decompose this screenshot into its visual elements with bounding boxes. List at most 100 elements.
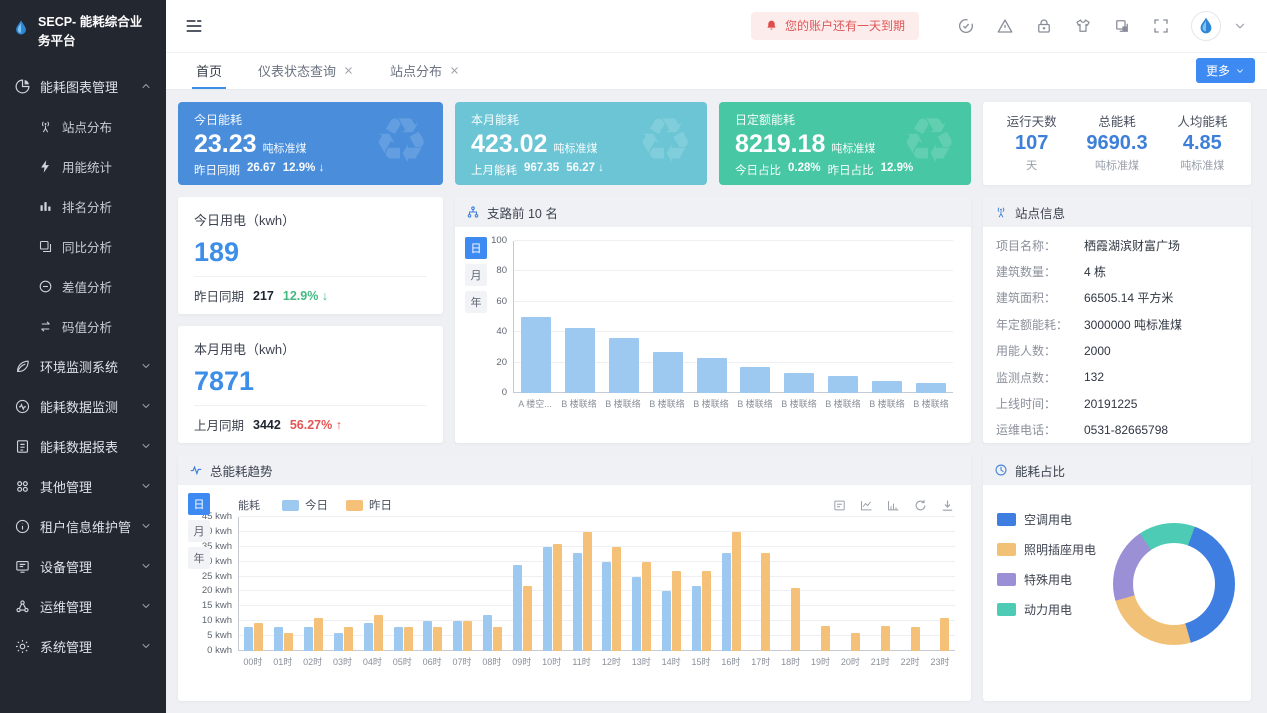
- refresh-icon[interactable]: [913, 498, 928, 513]
- more-button[interactable]: 更多: [1196, 58, 1255, 83]
- sidebar-item-site-distribution[interactable]: 站点分布: [0, 106, 166, 146]
- main-area: 您的账户还有一天到期 首页仪表状态查询站点分布 更多 今日能耗23.23吨标准煤…: [166, 0, 1267, 713]
- sidebar-item-tenant-info-management[interactable]: 租户信息维护管理: [0, 506, 166, 546]
- card-unit: 吨标准煤: [831, 143, 875, 155]
- bar-今日: [334, 633, 343, 651]
- x-tick-label: 15时: [686, 651, 716, 668]
- legend-item-照明插座用电[interactable]: 照明插座用电: [997, 541, 1096, 558]
- card-value: 23.23吨标准煤: [194, 129, 427, 159]
- y-tick-label: 80: [496, 265, 507, 276]
- tab-站点分布[interactable]: 站点分布: [372, 53, 478, 89]
- bar-昨日: [284, 633, 293, 651]
- trend-plot-area[interactable]: 0 kwh5 kwh10 kwh15 kwh20 kwh25 kwh30 kwh…: [238, 517, 955, 651]
- x-tick-label: B 楼联络: [777, 393, 821, 410]
- toggle-月[interactable]: 月: [465, 264, 487, 286]
- legend-item-特殊用电[interactable]: 特殊用电: [997, 571, 1096, 588]
- energy-share-panel: 能耗占比 空调用电照明插座用电特殊用电动力用电: [983, 455, 1251, 701]
- energy-share-donut-chart[interactable]: [1113, 523, 1235, 645]
- fullscreen-icon[interactable]: [1152, 17, 1170, 35]
- y-tick-label: 25 kwh: [202, 571, 232, 582]
- toggle-日[interactable]: 日: [465, 237, 487, 259]
- theme-shirt-icon[interactable]: [1074, 17, 1092, 35]
- bar-group: [558, 328, 602, 393]
- sidebar-item-difference-analysis[interactable]: 差值分析: [0, 266, 166, 306]
- bar-group: [388, 627, 418, 651]
- toggle-月[interactable]: 月: [188, 520, 210, 542]
- sidebar-item-other-management[interactable]: 其他管理: [0, 466, 166, 506]
- summary-label: 运行天数: [989, 111, 1074, 130]
- legend-item-昨日[interactable]: 昨日: [346, 497, 392, 513]
- lock-icon[interactable]: [1035, 17, 1053, 35]
- sidebar-item-label: 用能统计: [62, 157, 152, 176]
- sidebar-item-yoy-analysis[interactable]: 同比分析: [0, 226, 166, 266]
- toggle-年[interactable]: 年: [188, 547, 210, 569]
- top10-plot-area[interactable]: 020406080100: [513, 241, 953, 393]
- code-value-analysis-icon: [38, 319, 53, 334]
- x-tick-label: A 楼空...: [513, 393, 557, 410]
- energy-chart-management-icon: [14, 78, 31, 95]
- tab-仪表状态查询[interactable]: 仪表状态查询: [240, 53, 372, 89]
- download-icon[interactable]: [940, 498, 955, 513]
- bar-group: [716, 532, 746, 651]
- copy-pages-icon[interactable]: [1113, 17, 1131, 35]
- data-view-icon[interactable]: [832, 498, 847, 513]
- panel-title: 支路前 10 名: [487, 203, 558, 222]
- bar-chart-icon[interactable]: [886, 498, 901, 513]
- user-menu-chevron-down-icon[interactable]: [1233, 19, 1247, 33]
- summary-item: 运行天数107天: [989, 111, 1074, 176]
- bar-昨日: [254, 623, 263, 651]
- energy-data-report-icon: [14, 438, 31, 455]
- legend-item-空调用电[interactable]: 空调用电: [997, 511, 1096, 528]
- bar-昨日: [344, 627, 353, 651]
- info-value: 2000: [1084, 344, 1111, 358]
- sidebar-item-operation-management[interactable]: 运维管理: [0, 586, 166, 626]
- collapse-menu-icon[interactable]: [184, 16, 204, 36]
- legend-item-今日[interactable]: 今日: [282, 497, 328, 513]
- sidebar-item-environment-monitoring[interactable]: 环境监测系统: [0, 346, 166, 386]
- legend-swatch: [997, 573, 1016, 586]
- bar-group: [507, 565, 537, 651]
- badge-check-icon[interactable]: [957, 17, 975, 35]
- sidebar-item-code-value-analysis[interactable]: 码值分析: [0, 306, 166, 346]
- bar-支路能耗: [565, 328, 595, 393]
- chevron-down-icon: [140, 520, 152, 532]
- bar-昨日: [881, 626, 890, 651]
- bar-昨日: [314, 618, 323, 651]
- line-chart-icon[interactable]: [859, 498, 874, 513]
- summary-value: 9690.3: [1074, 132, 1159, 155]
- close-icon[interactable]: [449, 65, 460, 76]
- period-toggle-group: 日月年: [188, 493, 210, 569]
- app-logo: SECP- 能耗综合业务平台: [0, 0, 166, 60]
- bar-今日: [662, 591, 671, 651]
- sidebar-item-energy-chart-management[interactable]: 能耗图表管理: [0, 66, 166, 106]
- tab-首页[interactable]: 首页: [178, 53, 240, 89]
- energy-data-monitoring-icon: [14, 398, 31, 415]
- bar-支路能耗: [872, 381, 902, 393]
- sidebar-item-energy-data-report[interactable]: 能耗数据报表: [0, 426, 166, 466]
- warning-triangle-icon[interactable]: [996, 17, 1014, 35]
- month-power-card: 本月用电（kwh）7871上月同期344256.27% ↑: [178, 326, 443, 443]
- bar-昨日: [583, 532, 592, 651]
- donut-chart-body: 空调用电照明插座用电特殊用电动力用电: [983, 485, 1251, 701]
- x-tick-label: 08时: [477, 651, 507, 668]
- toggle-年[interactable]: 年: [465, 291, 487, 313]
- y-tick-label: 100: [491, 235, 507, 246]
- tab-label: 首页: [196, 61, 222, 80]
- sidebar-item-energy-data-monitoring[interactable]: 能耗数据监测: [0, 386, 166, 426]
- delta-value: 12.9% ↓: [283, 289, 328, 303]
- close-icon[interactable]: [343, 65, 354, 76]
- sidebar-item-device-management[interactable]: 设备管理: [0, 546, 166, 586]
- sidebar-item-label: 能耗数据监测: [40, 397, 131, 416]
- sidebar-item-system-management[interactable]: 系统管理: [0, 626, 166, 666]
- user-avatar[interactable]: [1191, 11, 1221, 41]
- sidebar-item-ranking-analysis[interactable]: 排名分析: [0, 186, 166, 226]
- sidebar-item-energy-usage-stats[interactable]: 用能统计: [0, 146, 166, 186]
- legend-item-动力用电[interactable]: 动力用电: [997, 601, 1096, 618]
- footer-text: 0.28%: [788, 162, 821, 178]
- toggle-日[interactable]: 日: [188, 493, 210, 515]
- legend-label: 动力用电: [1024, 601, 1072, 618]
- x-tick-label: 09时: [507, 651, 537, 668]
- bar-昨日: [851, 633, 860, 651]
- account-expiry-notification[interactable]: 您的账户还有一天到期: [751, 12, 919, 40]
- y-tick-label: 0 kwh: [207, 645, 232, 656]
